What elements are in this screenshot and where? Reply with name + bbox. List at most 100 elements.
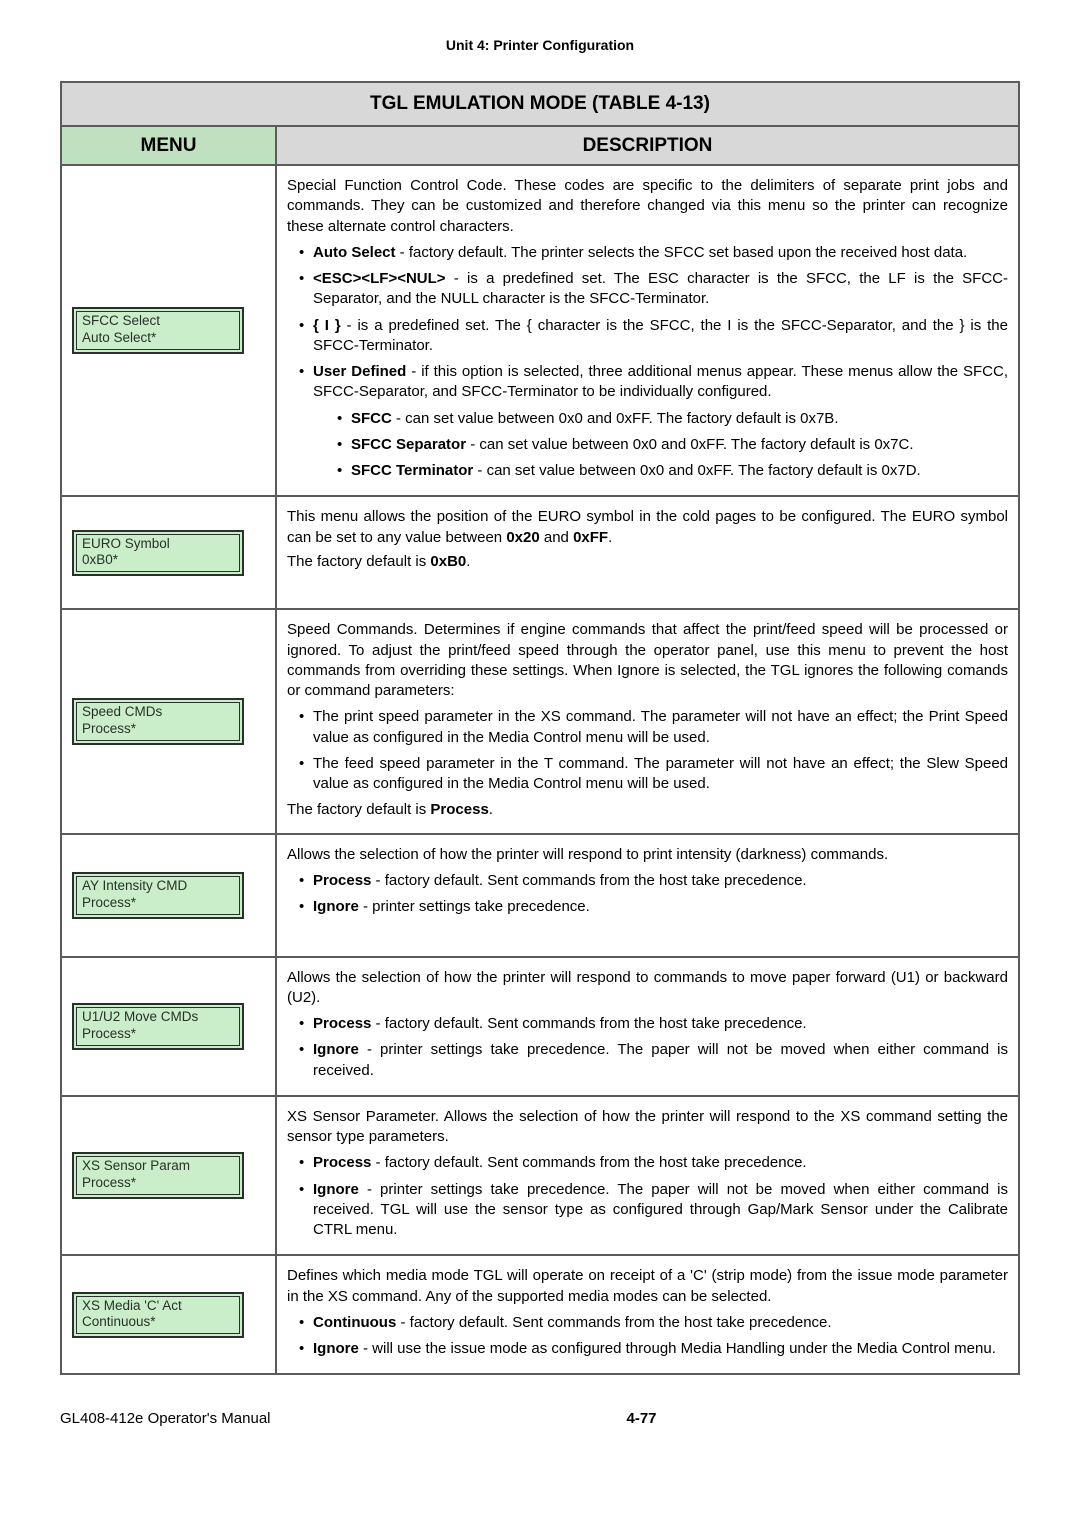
list-item: { I } - is a predefined set. The { chara… bbox=[303, 316, 1008, 357]
desc-text: Allows the selection of how the printer … bbox=[287, 845, 1008, 865]
term-desc: - factory default. Sent commands from th… bbox=[371, 1015, 806, 1032]
table-row: XS Media 'C' Act Continuous* Defines whi… bbox=[61, 1255, 1019, 1374]
menu-chip-u1u2: U1/U2 Move CMDs Process* bbox=[72, 1003, 244, 1050]
menu-chip-sfcc: SFCC Select Auto Select* bbox=[72, 307, 244, 354]
chip-line2: 0xB0* bbox=[82, 552, 118, 567]
term-desc: - if this option is selected, three addi… bbox=[313, 363, 1008, 400]
term-desc: - factory default. Sent commands from th… bbox=[371, 872, 806, 889]
txt: The factory default is bbox=[287, 553, 430, 570]
term-desc: - can set value between 0x0 and 0xFF. Th… bbox=[466, 436, 913, 453]
list-item: SFCC - can set value between 0x0 and 0xF… bbox=[341, 409, 1008, 429]
table-title: TGL EMULATION MODE (TABLE 4-13) bbox=[61, 82, 1019, 126]
chip-line2: Continuous* bbox=[82, 1314, 156, 1329]
menu-chip-euro: EURO Symbol 0xB0* bbox=[72, 530, 244, 577]
term: User Defined bbox=[313, 363, 406, 380]
chip-line2: Process* bbox=[82, 895, 136, 910]
term: { I } bbox=[313, 317, 341, 334]
table-row: EURO Symbol 0xB0* This menu allows the p… bbox=[61, 496, 1019, 609]
chip-line2: Process* bbox=[82, 1175, 136, 1190]
term: 0xFF bbox=[573, 529, 608, 546]
term-desc: - is a predefined set. The { character i… bbox=[313, 317, 1008, 354]
txt: The factory default is bbox=[287, 801, 430, 818]
term-desc: - factory default. Sent commands from th… bbox=[396, 1314, 831, 1331]
chip-line1: U1/U2 Move CMDs bbox=[82, 1009, 198, 1024]
desc-text: This menu allows the position of the EUR… bbox=[287, 507, 1008, 548]
chip-line2: Process* bbox=[82, 1026, 136, 1041]
chip-line1: XS Media 'C' Act bbox=[82, 1298, 182, 1313]
term: Process bbox=[313, 1015, 371, 1032]
term: Process bbox=[313, 872, 371, 889]
table-row: AY Intensity CMD Process* Allows the sel… bbox=[61, 834, 1019, 957]
list-item: Ignore - printer settings take precedenc… bbox=[303, 1180, 1008, 1241]
page-number: 4-77 bbox=[626, 1409, 656, 1429]
list-item: SFCC Terminator - can set value between … bbox=[341, 461, 1008, 481]
menu-chip-ay: AY Intensity CMD Process* bbox=[72, 872, 244, 919]
list-item: <ESC><LF><NUL> - is a predefined set. Th… bbox=[303, 269, 1008, 310]
list-item: Process - factory default. Sent commands… bbox=[303, 1014, 1008, 1034]
menu-header: MENU bbox=[61, 126, 276, 166]
list-item: Auto Select - factory default. The print… bbox=[303, 243, 1008, 263]
term-desc: - printer settings take precedence. The … bbox=[313, 1181, 1008, 1239]
txt: This menu allows the position of the EUR… bbox=[287, 508, 1008, 545]
list-item: The feed speed parameter in the T comman… bbox=[303, 754, 1008, 795]
term-desc: - factory default. Sent commands from th… bbox=[371, 1154, 806, 1171]
list-item: Process - factory default. Sent commands… bbox=[303, 871, 1008, 891]
chip-line1: AY Intensity CMD bbox=[82, 878, 187, 893]
list-item: SFCC Separator - can set value between 0… bbox=[341, 435, 1008, 455]
list-item: Continuous - factory default. Sent comma… bbox=[303, 1313, 1008, 1333]
emulation-table: TGL EMULATION MODE (TABLE 4-13) MENU DES… bbox=[60, 81, 1020, 1376]
description-header: DESCRIPTION bbox=[276, 126, 1019, 166]
term: Auto Select bbox=[313, 244, 396, 261]
table-row: U1/U2 Move CMDs Process* Allows the sele… bbox=[61, 957, 1019, 1096]
term: SFCC bbox=[351, 410, 392, 427]
desc-text: Defines which media mode TGL will operat… bbox=[287, 1266, 1008, 1307]
term: SFCC Terminator bbox=[351, 462, 473, 479]
term: <ESC><LF><NUL> bbox=[313, 270, 446, 287]
chip-line1: Speed CMDs bbox=[82, 704, 162, 719]
txt: . bbox=[489, 801, 493, 818]
txt: . bbox=[466, 553, 470, 570]
page-footer: GL408-412e Operator's Manual 4-77 x bbox=[60, 1375, 1020, 1429]
chip-line1: SFCC Select bbox=[82, 313, 160, 328]
term: Process bbox=[430, 801, 488, 818]
desc-text: Allows the selection of how the printer … bbox=[287, 968, 1008, 1009]
desc-text: The factory default is 0xB0. bbox=[287, 552, 1008, 572]
chip-line1: EURO Symbol bbox=[82, 536, 170, 551]
chip-line2: Process* bbox=[82, 721, 136, 736]
desc-text: Speed Commands. Determines if engine com… bbox=[287, 620, 1008, 701]
term-desc: - printer settings take precedence. The … bbox=[313, 1041, 1008, 1078]
term-desc: - can set value between 0x0 and 0xFF. Th… bbox=[392, 410, 839, 427]
term-desc: - can set value between 0x0 and 0xFF. Th… bbox=[473, 462, 920, 479]
table-row: SFCC Select Auto Select* Special Functio… bbox=[61, 165, 1019, 496]
term: Ignore bbox=[313, 898, 359, 915]
term: Ignore bbox=[313, 1181, 359, 1198]
list-item: Ignore - will use the issue mode as conf… bbox=[303, 1339, 1008, 1359]
chip-line2: Auto Select* bbox=[82, 330, 156, 345]
term: Ignore bbox=[313, 1340, 359, 1357]
list-item: Process - factory default. Sent commands… bbox=[303, 1153, 1008, 1173]
menu-chip-speed: Speed CMDs Process* bbox=[72, 698, 244, 745]
menu-chip-xsmedia: XS Media 'C' Act Continuous* bbox=[72, 1292, 244, 1339]
list-item: User Defined - if this option is selecte… bbox=[303, 362, 1008, 481]
term-desc: - factory default. The printer selects t… bbox=[396, 244, 968, 261]
desc-text: The factory default is Process. bbox=[287, 800, 1008, 820]
term-desc: - will use the issue mode as configured … bbox=[359, 1340, 996, 1357]
term: Continuous bbox=[313, 1314, 396, 1331]
desc-text: XS Sensor Parameter. Allows the selectio… bbox=[287, 1107, 1008, 1148]
txt: . bbox=[608, 529, 612, 546]
desc-text: Special Function Control Code. These cod… bbox=[287, 176, 1008, 237]
footer-left: GL408-412e Operator's Manual bbox=[60, 1409, 271, 1429]
chip-line1: XS Sensor Param bbox=[82, 1158, 190, 1173]
term: SFCC Separator bbox=[351, 436, 466, 453]
list-item: Ignore - printer settings take precedenc… bbox=[303, 1040, 1008, 1081]
table-row: XS Sensor Param Process* XS Sensor Param… bbox=[61, 1096, 1019, 1256]
list-item: Ignore - printer settings take precedenc… bbox=[303, 897, 1008, 917]
term: 0xB0 bbox=[430, 553, 466, 570]
table-row: Speed CMDs Process* Speed Commands. Dete… bbox=[61, 609, 1019, 833]
menu-chip-xssensor: XS Sensor Param Process* bbox=[72, 1152, 244, 1199]
term: Process bbox=[313, 1154, 371, 1171]
txt: and bbox=[540, 529, 573, 546]
list-item: The print speed parameter in the XS comm… bbox=[303, 707, 1008, 748]
term: Ignore bbox=[313, 1041, 359, 1058]
unit-header: Unit 4: Printer Configuration bbox=[60, 0, 1020, 81]
